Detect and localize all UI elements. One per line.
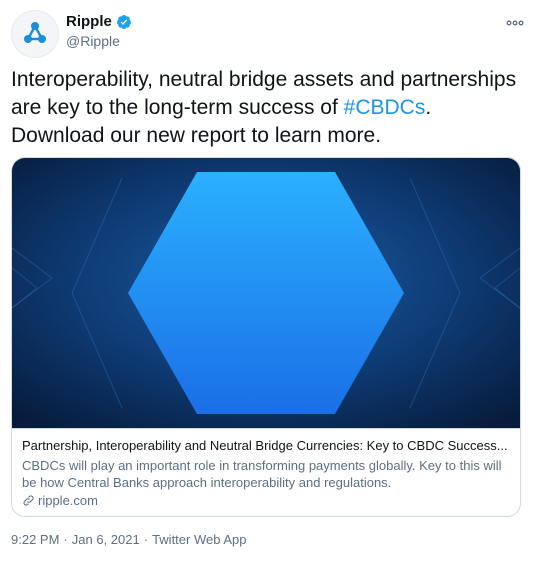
card-description: CBDCs will play an important role in tra… bbox=[22, 458, 502, 490]
ripple-logo-icon bbox=[24, 22, 46, 43]
tweet-text-part: Interoperability, neutral bridge assets … bbox=[11, 68, 517, 119]
card-image[interactable] bbox=[12, 158, 520, 428]
tweet-text: Interoperability, neutral bridge assets … bbox=[11, 66, 527, 150]
tweet-footer: 9:22 PM · Jan 6, 2021 · Twitter Web App bbox=[11, 532, 246, 547]
avatar[interactable] bbox=[11, 10, 59, 58]
account-name[interactable]: Ripple bbox=[66, 13, 112, 30]
card-domain: ripple.com bbox=[22, 492, 510, 509]
more-options-icon bbox=[506, 20, 524, 26]
link-card[interactable]: Partnership, Interoperability and Neutra… bbox=[11, 157, 521, 517]
verified-badge-icon bbox=[116, 14, 132, 30]
account-handle[interactable]: @Ripple bbox=[66, 33, 120, 49]
card-body[interactable]: Partnership, Interoperability and Neutra… bbox=[12, 428, 520, 516]
tweet-time[interactable]: 9:22 PM bbox=[11, 532, 59, 547]
link-icon bbox=[23, 495, 34, 506]
tweet-date[interactable]: Jan 6, 2021 bbox=[72, 532, 140, 547]
hashtag-link[interactable]: #CBDCs bbox=[344, 96, 426, 119]
separator: · bbox=[143, 532, 149, 547]
card-title: Partnership, Interoperability and Neutra… bbox=[22, 438, 508, 453]
card-domain-text: ripple.com bbox=[38, 493, 98, 508]
separator: · bbox=[63, 532, 68, 547]
tweet-source[interactable]: Twitter Web App bbox=[152, 532, 246, 547]
account-name-row[interactable]: Ripple bbox=[66, 13, 132, 30]
more-options-button[interactable] bbox=[504, 12, 526, 34]
